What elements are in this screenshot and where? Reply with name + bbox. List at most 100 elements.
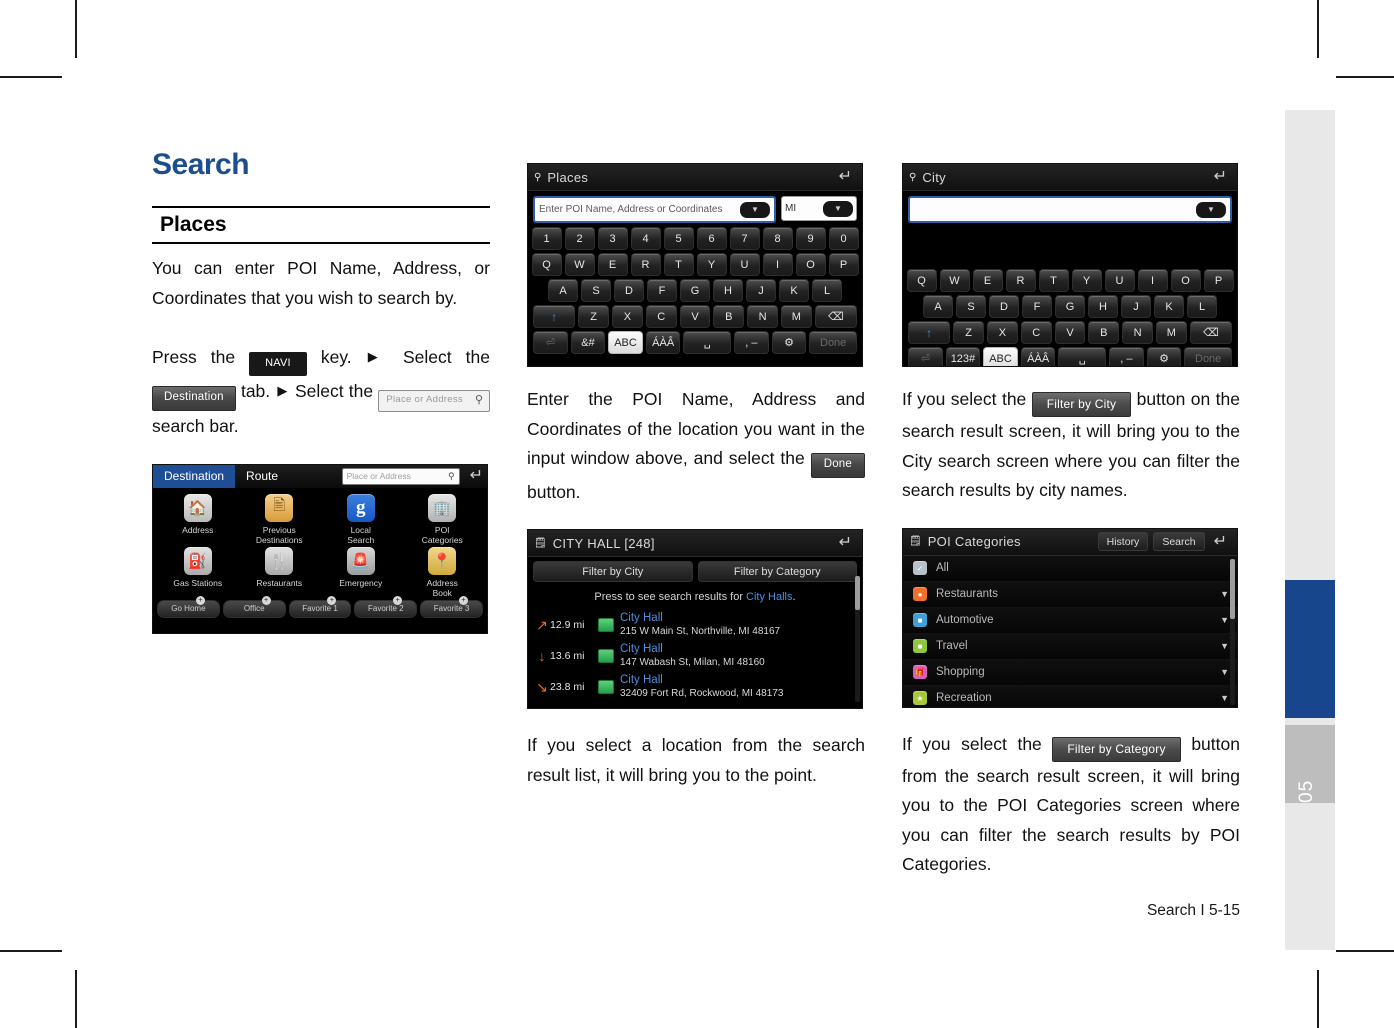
key-6[interactable]: 6 [696,227,727,250]
key-y[interactable]: Y [696,253,727,276]
filter-by-category-button[interactable]: Filter by Category [697,561,857,582]
destination-tab-chip[interactable]: Destination [152,386,236,411]
space-key-icon[interactable]: ␣ [1058,347,1107,366]
shortcut-go-home[interactable]: + Go Home [157,595,220,618]
filter-by-category-chip[interactable]: Filter by Category [1052,736,1181,762]
back-arrow-icon[interactable]: ↵ [1210,533,1231,550]
key-c[interactable]: C [645,305,677,328]
key-g[interactable]: G [1055,295,1085,318]
key-s[interactable]: S [581,279,611,302]
categories-scrollbar[interactable] [1230,558,1235,705]
category-row-restaurants[interactable]: ● Restaurants ▼ [903,581,1237,608]
key-m[interactable]: M [1155,321,1187,344]
key-2[interactable]: 2 [564,227,595,250]
menu-item-restaurants[interactable]: 🍴 Restaurants [239,547,321,600]
done-button-chip[interactable]: Done [810,453,865,478]
backspace-key-icon[interactable]: ⌫ [1189,321,1233,344]
back-arrow-icon[interactable]: ↵ [1210,169,1231,185]
key-r[interactable]: R [1005,269,1036,292]
key-r[interactable]: R [630,253,661,276]
key-w[interactable]: W [564,253,595,276]
key-c[interactable]: C [1020,321,1052,344]
key-h[interactable]: H [1088,295,1118,318]
history-button[interactable]: History [1097,532,1149,551]
accents-key[interactable]: ÁÀÂ [1020,347,1056,366]
key-u[interactable]: U [1104,269,1135,292]
key-f[interactable]: F [1022,295,1052,318]
key-4[interactable]: 4 [630,227,661,250]
chevron-down-icon[interactable]: ▼ [1220,589,1229,599]
key-p[interactable]: P [828,253,859,276]
back-arrow-icon[interactable]: ↵ [466,468,487,484]
abc-key[interactable]: ABC [983,347,1018,366]
menu-item-poi-categories[interactable]: 🏢 POI Categories [402,493,484,547]
key-j[interactable]: J [746,279,776,302]
key-q[interactable]: Q [531,253,562,276]
menu-item-address[interactable]: 🏠 Address [157,493,239,547]
shortcut-favorite-3[interactable]: + Favorite 3 [420,595,483,618]
key-1[interactable]: 1 [531,227,562,250]
symbols-key[interactable]: &# [570,331,606,354]
key-x[interactable]: X [987,321,1018,344]
enter-key-icon[interactable]: ⏎ [533,331,568,354]
key-l[interactable]: L [1187,295,1217,318]
key-9[interactable]: 9 [795,227,826,250]
space-key-icon[interactable]: ␣ [683,331,732,354]
key-a[interactable]: A [548,279,578,302]
key-b[interactable]: B [713,305,745,328]
key-i[interactable]: I [1137,269,1168,292]
plus-icon[interactable]: + [458,595,468,605]
key-g[interactable]: G [680,279,710,302]
key-a[interactable]: A [923,295,953,318]
scrollbar-thumb[interactable] [1230,558,1235,619]
result-row[interactable]: ↘ 23.8 mi City Hall 32409 Fort Rd, Rockw… [528,672,862,703]
key-n[interactable]: N [747,305,778,328]
menu-item-address-book[interactable]: 📍 Address Book [402,547,484,600]
key-u[interactable]: U [729,253,760,276]
key-z[interactable]: Z [578,305,610,328]
numbers-key[interactable]: 123# [945,347,981,366]
chevron-down-icon[interactable]: ▼ [740,201,770,218]
chevron-down-icon[interactable]: ▼ [1220,693,1229,703]
key-7[interactable]: 7 [729,227,760,250]
key-b[interactable]: B [1088,321,1120,344]
plus-icon[interactable]: + [195,595,205,605]
enter-key-icon[interactable]: ⏎ [908,347,943,366]
abc-key[interactable]: ABC [608,331,643,354]
chevron-down-icon[interactable]: ▼ [1220,641,1229,651]
state-selector[interactable]: MI ▼ [781,196,857,221]
key-d[interactable]: D [989,295,1019,318]
chevron-down-icon[interactable]: ▼ [823,200,853,217]
key-t[interactable]: T [1038,269,1069,292]
navi-key-chip[interactable]: NAVI [249,352,307,377]
key-5[interactable]: 5 [663,227,694,250]
key-d[interactable]: D [614,279,644,302]
category-row-shopping[interactable]: 🎁 Shopping ▼ [903,659,1237,686]
chevron-down-icon[interactable]: ▼ [1196,201,1226,218]
key-8[interactable]: 8 [762,227,793,250]
key-m[interactable]: M [780,305,812,328]
plus-icon[interactable]: + [393,595,403,605]
key-s[interactable]: S [956,295,986,318]
done-key[interactable]: Done [809,331,857,354]
result-row[interactable]: ↗ 12.9 mi City Hall 215 W Main St, North… [528,610,862,641]
search-bar-chip[interactable]: Place or Address ⚲ [378,390,491,413]
key-e[interactable]: E [972,269,1003,292]
key-t[interactable]: T [663,253,694,276]
filter-by-city-chip[interactable]: Filter by City [1031,392,1132,417]
press-text-link[interactable]: City Halls [746,591,792,603]
key-j[interactable]: J [1121,295,1151,318]
chevron-down-icon[interactable]: ▼ [1220,667,1229,677]
tab-destination[interactable]: Destination [153,464,236,488]
category-row-recreation[interactable]: ★ Recreation ▼ [903,685,1237,707]
poi-search-input[interactable]: Enter POI Name, Address or Coordinates ▼ [533,196,776,223]
key-y[interactable]: Y [1071,269,1102,292]
menu-item-previous-destinations[interactable]: 🖹 Previous Destinations [239,493,321,547]
key-i[interactable]: I [762,253,793,276]
shortcut-favorite-2[interactable]: + Favorite 2 [354,595,418,618]
accents-key[interactable]: ÁÀÂ [645,331,681,354]
gear-icon[interactable]: ⚙ [1146,347,1182,366]
key-e[interactable]: E [597,253,628,276]
key-q[interactable]: Q [906,269,937,292]
result-row[interactable]: ↓ 13.6 mi City Hall 147 Wabash St, Milan… [528,641,862,672]
